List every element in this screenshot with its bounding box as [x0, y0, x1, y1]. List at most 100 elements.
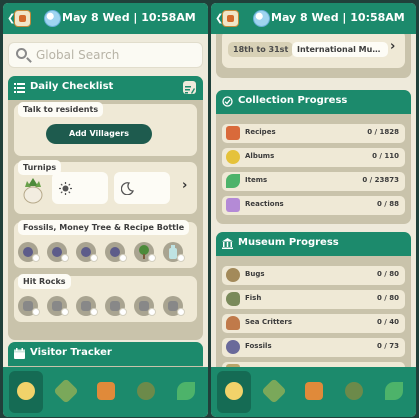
- music-note-icon: [226, 150, 240, 164]
- search-placeholder: Global Search: [36, 48, 120, 62]
- bug-net-icon: [53, 378, 79, 404]
- fossil-spot-4[interactable]: [105, 242, 127, 262]
- moon-icon: [121, 182, 134, 195]
- fossil-spot-2[interactable]: [47, 242, 69, 262]
- nav-items[interactable]: [169, 371, 203, 413]
- turnips-card: Turnips ›: [14, 160, 197, 214]
- collection-row-reactions[interactable]: Reactions 0 / 88: [222, 196, 405, 215]
- event-next-chevron-icon[interactable]: ›: [390, 39, 395, 54]
- row-label: Bugs: [245, 270, 265, 278]
- sunny-weather-icon: [253, 10, 270, 27]
- row-label: Recipes: [245, 128, 276, 136]
- daily-checklist-title: Daily Checklist: [30, 81, 114, 92]
- events-panel: 18th to 31st International Museum... ›: [216, 34, 411, 78]
- turnip-morning-tile[interactable]: [52, 172, 108, 204]
- search-icon: [16, 48, 27, 59]
- row-label: Fossils: [245, 342, 272, 350]
- global-search-input[interactable]: Global Search: [8, 42, 203, 68]
- event-location: International Museum...: [292, 42, 388, 57]
- villager-icon: [345, 382, 363, 400]
- fossil-icon: [226, 340, 240, 354]
- daily-checklist-panel: Daily Checklist Talk to residents Add Vi…: [8, 76, 203, 340]
- hit-rocks-label: Hit Rocks: [18, 274, 71, 289]
- hit-rocks-card: Hit Rocks: [14, 274, 197, 322]
- leaf-icon: [226, 174, 240, 188]
- add-villagers-button[interactable]: Add Villagers: [46, 124, 152, 144]
- row-count: 0 / 1828: [367, 128, 399, 136]
- collection-progress-header: Collection Progress: [216, 90, 411, 114]
- row-label: Items: [245, 176, 268, 184]
- visitor-tracker-header: Visitor Tracker: [8, 342, 203, 366]
- collection-row-items[interactable]: Items 0 / 23873: [222, 172, 405, 191]
- nookphone-app-icon: [14, 10, 31, 27]
- row-label: Reactions: [245, 200, 284, 208]
- progress-content: 18th to 31st International Museum... › C…: [211, 34, 416, 367]
- row-count: 0 / 23873: [362, 176, 399, 184]
- fish-icon: [226, 292, 240, 306]
- nookphone-app-icon: [222, 10, 239, 27]
- nav-critterpedia[interactable]: [257, 371, 291, 413]
- turnip-evening-tile[interactable]: [114, 172, 170, 204]
- nav-home[interactable]: [217, 371, 251, 413]
- status-bar: ❮ May 8 Wed | 10:58AM: [3, 3, 208, 34]
- progress-screen: ❮ May 8 Wed | 10:58AM 18th to 31st Inter…: [211, 3, 416, 417]
- nav-catalog[interactable]: [297, 371, 331, 413]
- isabelle-icon: [225, 382, 243, 400]
- collection-row-albums[interactable]: Albums 0 / 110: [222, 148, 405, 167]
- museum-progress-panel: Museum Progress Bugs 0 / 80 Fish 0 / 80 …: [216, 232, 411, 367]
- museum-progress-title: Museum Progress: [238, 237, 339, 248]
- museum-icon: [222, 238, 233, 249]
- fossils-label: Fossils, Money Tree & Recipe Bottle: [18, 220, 190, 235]
- nav-critterpedia[interactable]: [49, 371, 83, 413]
- row-count: 0 / 40: [376, 318, 399, 326]
- nav-items[interactable]: [377, 371, 411, 413]
- rock-6[interactable]: [163, 296, 185, 316]
- money-tree-spot[interactable]: [134, 242, 156, 262]
- rock-1[interactable]: [18, 296, 40, 316]
- date-time-text: May 8 Wed | 10:58AM: [62, 11, 196, 24]
- nav-villagers[interactable]: [337, 371, 371, 413]
- nav-villagers[interactable]: [129, 371, 163, 413]
- collection-row-recipes[interactable]: Recipes 0 / 1828: [222, 124, 405, 143]
- rock-4[interactable]: [105, 296, 127, 316]
- visitor-tracker-panel[interactable]: Visitor Tracker: [8, 342, 203, 367]
- museum-progress-header: Museum Progress: [216, 232, 411, 256]
- rock-2[interactable]: [47, 296, 69, 316]
- nav-catalog[interactable]: [89, 371, 123, 413]
- row-count: 0 / 73: [376, 342, 399, 350]
- rock-3[interactable]: [76, 296, 98, 316]
- edit-checklist-icon[interactable]: [183, 81, 196, 94]
- home-screen: ❮ May 8 Wed | 10:58AM Global Search Dail…: [3, 3, 208, 417]
- turnips-next-chevron-icon[interactable]: ›: [182, 178, 187, 193]
- fossil-spot-3[interactable]: [76, 242, 98, 262]
- event-row[interactable]: 18th to 31st International Museum... ›: [222, 34, 405, 68]
- row-count: 0 / 80: [376, 294, 399, 302]
- row-label: Albums: [245, 152, 275, 160]
- reaction-icon: [226, 198, 240, 212]
- turnip-icon: [23, 178, 43, 204]
- recipe-bottle-spot[interactable]: [163, 242, 185, 262]
- row-label: Fish: [245, 294, 262, 302]
- check-circle-icon: [222, 96, 233, 107]
- bottom-nav: [211, 367, 416, 417]
- leaf-icon: [177, 382, 195, 400]
- fossil-spot-1[interactable]: [18, 242, 40, 262]
- rock-5[interactable]: [134, 296, 156, 316]
- calendar-icon: [14, 348, 25, 359]
- talk-to-residents-card: Talk to residents Add Villagers: [14, 102, 197, 156]
- catalog-icon: [97, 382, 115, 400]
- museum-row-fossils[interactable]: Fossils 0 / 73: [222, 338, 405, 357]
- leaf-icon: [385, 382, 403, 400]
- visitor-tracker-title: Visitor Tracker: [30, 347, 112, 358]
- daily-checklist-header: Daily Checklist: [8, 76, 203, 100]
- screenshot-stage: ❮ May 8 Wed | 10:58AM Global Search Dail…: [0, 0, 419, 418]
- museum-row-sea-critters[interactable]: Sea Critters 0 / 40: [222, 314, 405, 333]
- collection-progress-panel: Collection Progress Recipes 0 / 1828 Alb…: [216, 90, 411, 224]
- museum-row-bugs[interactable]: Bugs 0 / 80: [222, 266, 405, 285]
- row-count: 0 / 88: [376, 200, 399, 208]
- museum-row-fish[interactable]: Fish 0 / 80: [222, 290, 405, 309]
- fossils-card: Fossils, Money Tree & Recipe Bottle: [14, 220, 197, 268]
- nav-home[interactable]: [9, 371, 43, 413]
- home-content: Global Search Daily Checklist Talk to re…: [3, 34, 208, 367]
- bottom-nav: [3, 367, 208, 417]
